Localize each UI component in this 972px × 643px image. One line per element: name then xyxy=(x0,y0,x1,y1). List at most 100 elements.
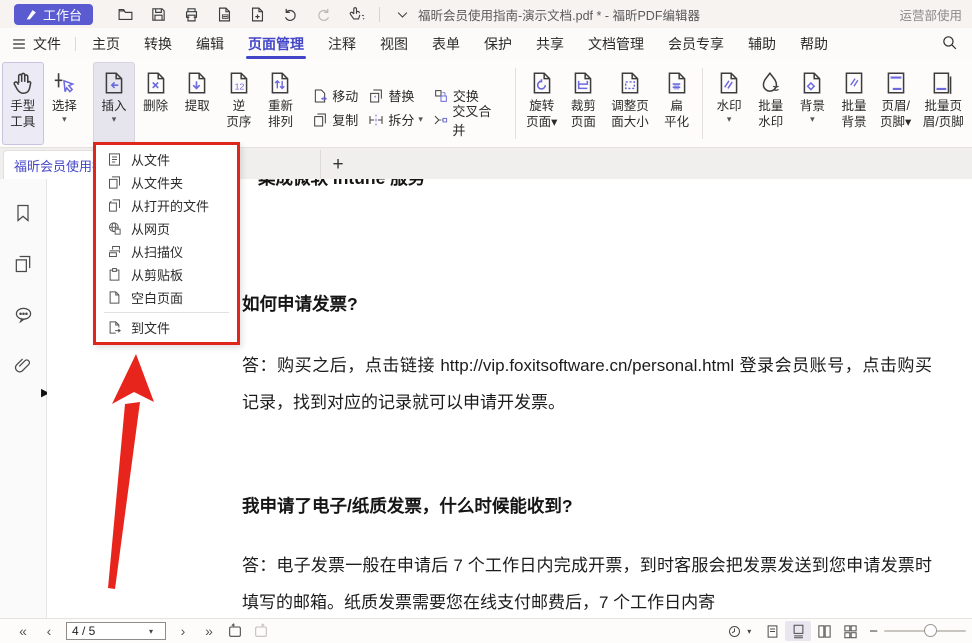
tab-member-exclusive[interactable]: 会员专享 xyxy=(656,28,736,59)
menu-item-from-file[interactable]: 从文件 xyxy=(96,148,237,171)
tab-accessibility[interactable]: 辅助 xyxy=(736,28,788,59)
split-page-button[interactable]: 拆分 ▾ xyxy=(365,108,426,132)
delete-page-button[interactable]: 删除 xyxy=(135,62,177,145)
split-dropdown-caret[interactable]: ▾ xyxy=(418,114,423,125)
copy-page-button[interactable]: 复制 xyxy=(309,108,361,132)
cross-merge-button[interactable]: 交叉合并 xyxy=(430,108,506,132)
pages-icon xyxy=(13,254,33,274)
menu-item-blank-page[interactable]: 空白页面 xyxy=(96,286,237,309)
select-cursor-icon xyxy=(51,70,77,96)
tab-document-management[interactable]: 文档管理 xyxy=(576,28,656,59)
undo-button[interactable] xyxy=(274,2,307,26)
menu-item-from-scanner[interactable]: 从扫描仪 xyxy=(96,240,237,263)
continuous-view-button[interactable] xyxy=(785,621,811,641)
search-button[interactable] xyxy=(941,34,958,54)
hand-tool-button[interactable]: 手型 工具 xyxy=(2,62,44,145)
facing-continuous-view-button[interactable] xyxy=(837,621,863,641)
tab-help[interactable]: 帮助 xyxy=(788,28,840,59)
page-number-box: ▾ xyxy=(66,622,166,640)
insert-dropdown-caret[interactable]: ▾ xyxy=(112,115,117,124)
facing-view-button[interactable] xyxy=(811,621,837,641)
header-footer-button[interactable]: 页眉/ 页脚▾ xyxy=(875,62,917,145)
quick-access-toolbar xyxy=(109,2,419,26)
tab-page-management[interactable]: 页面管理 xyxy=(236,28,316,59)
tab-edit[interactable]: 编辑 xyxy=(184,28,236,59)
attachments-panel-button[interactable] xyxy=(13,356,33,381)
annotation-arrow xyxy=(80,340,200,600)
select-dropdown-caret[interactable]: ▾ xyxy=(62,115,67,124)
move-page-button[interactable]: 移动 xyxy=(309,84,361,108)
tab-protect[interactable]: 保护 xyxy=(472,28,524,59)
crop-page-icon xyxy=(570,70,596,96)
rearrange-pages-button[interactable]: 重新 排列 xyxy=(260,62,302,145)
remove-page-button[interactable] xyxy=(208,2,241,26)
menu-item-from-open-file[interactable]: 从打开的文件 xyxy=(96,194,237,217)
batch-background-button[interactable]: 批量 背景 xyxy=(833,62,875,145)
swap-page-icon xyxy=(433,88,449,104)
tab-share[interactable]: 共享 xyxy=(524,28,576,59)
tab-comment[interactable]: 注释 xyxy=(316,28,368,59)
menu-item-from-web[interactable]: 从网页 xyxy=(96,217,237,240)
foxit-pdf-editor-window: 工作台 xyxy=(0,0,972,643)
touch-mode-button[interactable] xyxy=(340,2,373,26)
search-icon xyxy=(941,34,958,51)
tab-convert[interactable]: 转换 xyxy=(132,28,184,59)
previous-view-button[interactable] xyxy=(222,621,248,641)
workspace-button[interactable]: 工作台 xyxy=(14,4,93,25)
rotate-page-button[interactable]: 旋转 页面▾ xyxy=(521,62,563,145)
flatten-button[interactable]: 扁 平化 xyxy=(656,62,698,145)
add-page-button[interactable] xyxy=(241,2,274,26)
single-page-view-button[interactable] xyxy=(759,621,785,641)
previous-page-button[interactable]: ‹ xyxy=(36,623,62,639)
cross-merge-label: 交叉合并 xyxy=(452,101,503,139)
new-tab-button[interactable]: + xyxy=(321,150,355,179)
next-page-button[interactable]: › xyxy=(170,623,196,639)
redo-button[interactable] xyxy=(307,2,340,26)
extract-page-button[interactable]: 提取 xyxy=(176,62,218,145)
replace-page-icon xyxy=(368,88,384,104)
replace-page-button[interactable]: 替换 xyxy=(365,84,426,108)
open-file-button[interactable] xyxy=(109,2,142,26)
background-button[interactable]: 背景 ▾ xyxy=(792,62,834,145)
auto-scroll-caret[interactable]: ▾ xyxy=(747,627,751,636)
watermark-dropdown-caret[interactable]: ▾ xyxy=(727,115,732,124)
background-dropdown-caret[interactable]: ▾ xyxy=(810,115,815,124)
last-page-button[interactable]: » xyxy=(196,623,222,639)
collapse-ribbon-button[interactable] xyxy=(386,2,419,26)
split-page-icon xyxy=(368,112,384,128)
zoom-out-button[interactable]: − xyxy=(869,623,878,640)
next-view-button[interactable] xyxy=(248,621,274,641)
menu-item-from-clipboard[interactable]: 从剪贴板 xyxy=(96,263,237,286)
page-dropdown-caret[interactable]: ▾ xyxy=(149,627,153,636)
print-button[interactable] xyxy=(175,2,208,26)
quill-icon xyxy=(25,8,38,21)
menu-item-to-file[interactable]: 到文件 xyxy=(96,316,237,339)
comments-panel-button[interactable] xyxy=(13,305,34,330)
tab-view[interactable]: 视图 xyxy=(368,28,420,59)
ribbon-separator xyxy=(702,68,703,139)
reverse-page-order-button[interactable]: 12 逆 页序 xyxy=(218,62,260,145)
watermark-button[interactable]: 水印 ▾ xyxy=(708,62,750,145)
file-menu-button[interactable]: 文件 xyxy=(12,34,71,54)
batch-header-footer-label: 批量页 眉/页脚 xyxy=(923,98,964,131)
extract-page-icon xyxy=(184,70,210,96)
menu-item-label: 从文件 xyxy=(131,150,170,169)
auto-scroll-button[interactable] xyxy=(721,621,747,641)
tab-home[interactable]: 主页 xyxy=(80,28,132,59)
resize-page-button[interactable]: 调整页 面大小 xyxy=(604,62,656,145)
crop-page-button[interactable]: 裁剪 页面 xyxy=(563,62,605,145)
batch-watermark-button[interactable]: 批量 水印 xyxy=(750,62,792,145)
tab-form[interactable]: 表单 xyxy=(420,28,472,59)
batch-header-footer-button[interactable]: 批量页 眉/页脚 xyxy=(917,62,971,145)
first-page-button[interactable]: « xyxy=(10,623,36,639)
insert-page-button[interactable]: 插入 ▾ xyxy=(93,62,135,145)
save-button[interactable] xyxy=(142,2,175,26)
pages-panel-button[interactable] xyxy=(13,254,33,279)
menu-item-from-folder[interactable]: 从文件夹 xyxy=(96,171,237,194)
page-export-icon xyxy=(107,320,122,335)
bookmarks-panel-button[interactable] xyxy=(13,203,33,228)
page-number-input[interactable] xyxy=(67,624,149,638)
zoom-slider[interactable] xyxy=(884,630,966,632)
select-tool-button[interactable]: 选择 ▾ xyxy=(44,62,86,145)
zoom-slider-handle[interactable] xyxy=(924,624,937,637)
